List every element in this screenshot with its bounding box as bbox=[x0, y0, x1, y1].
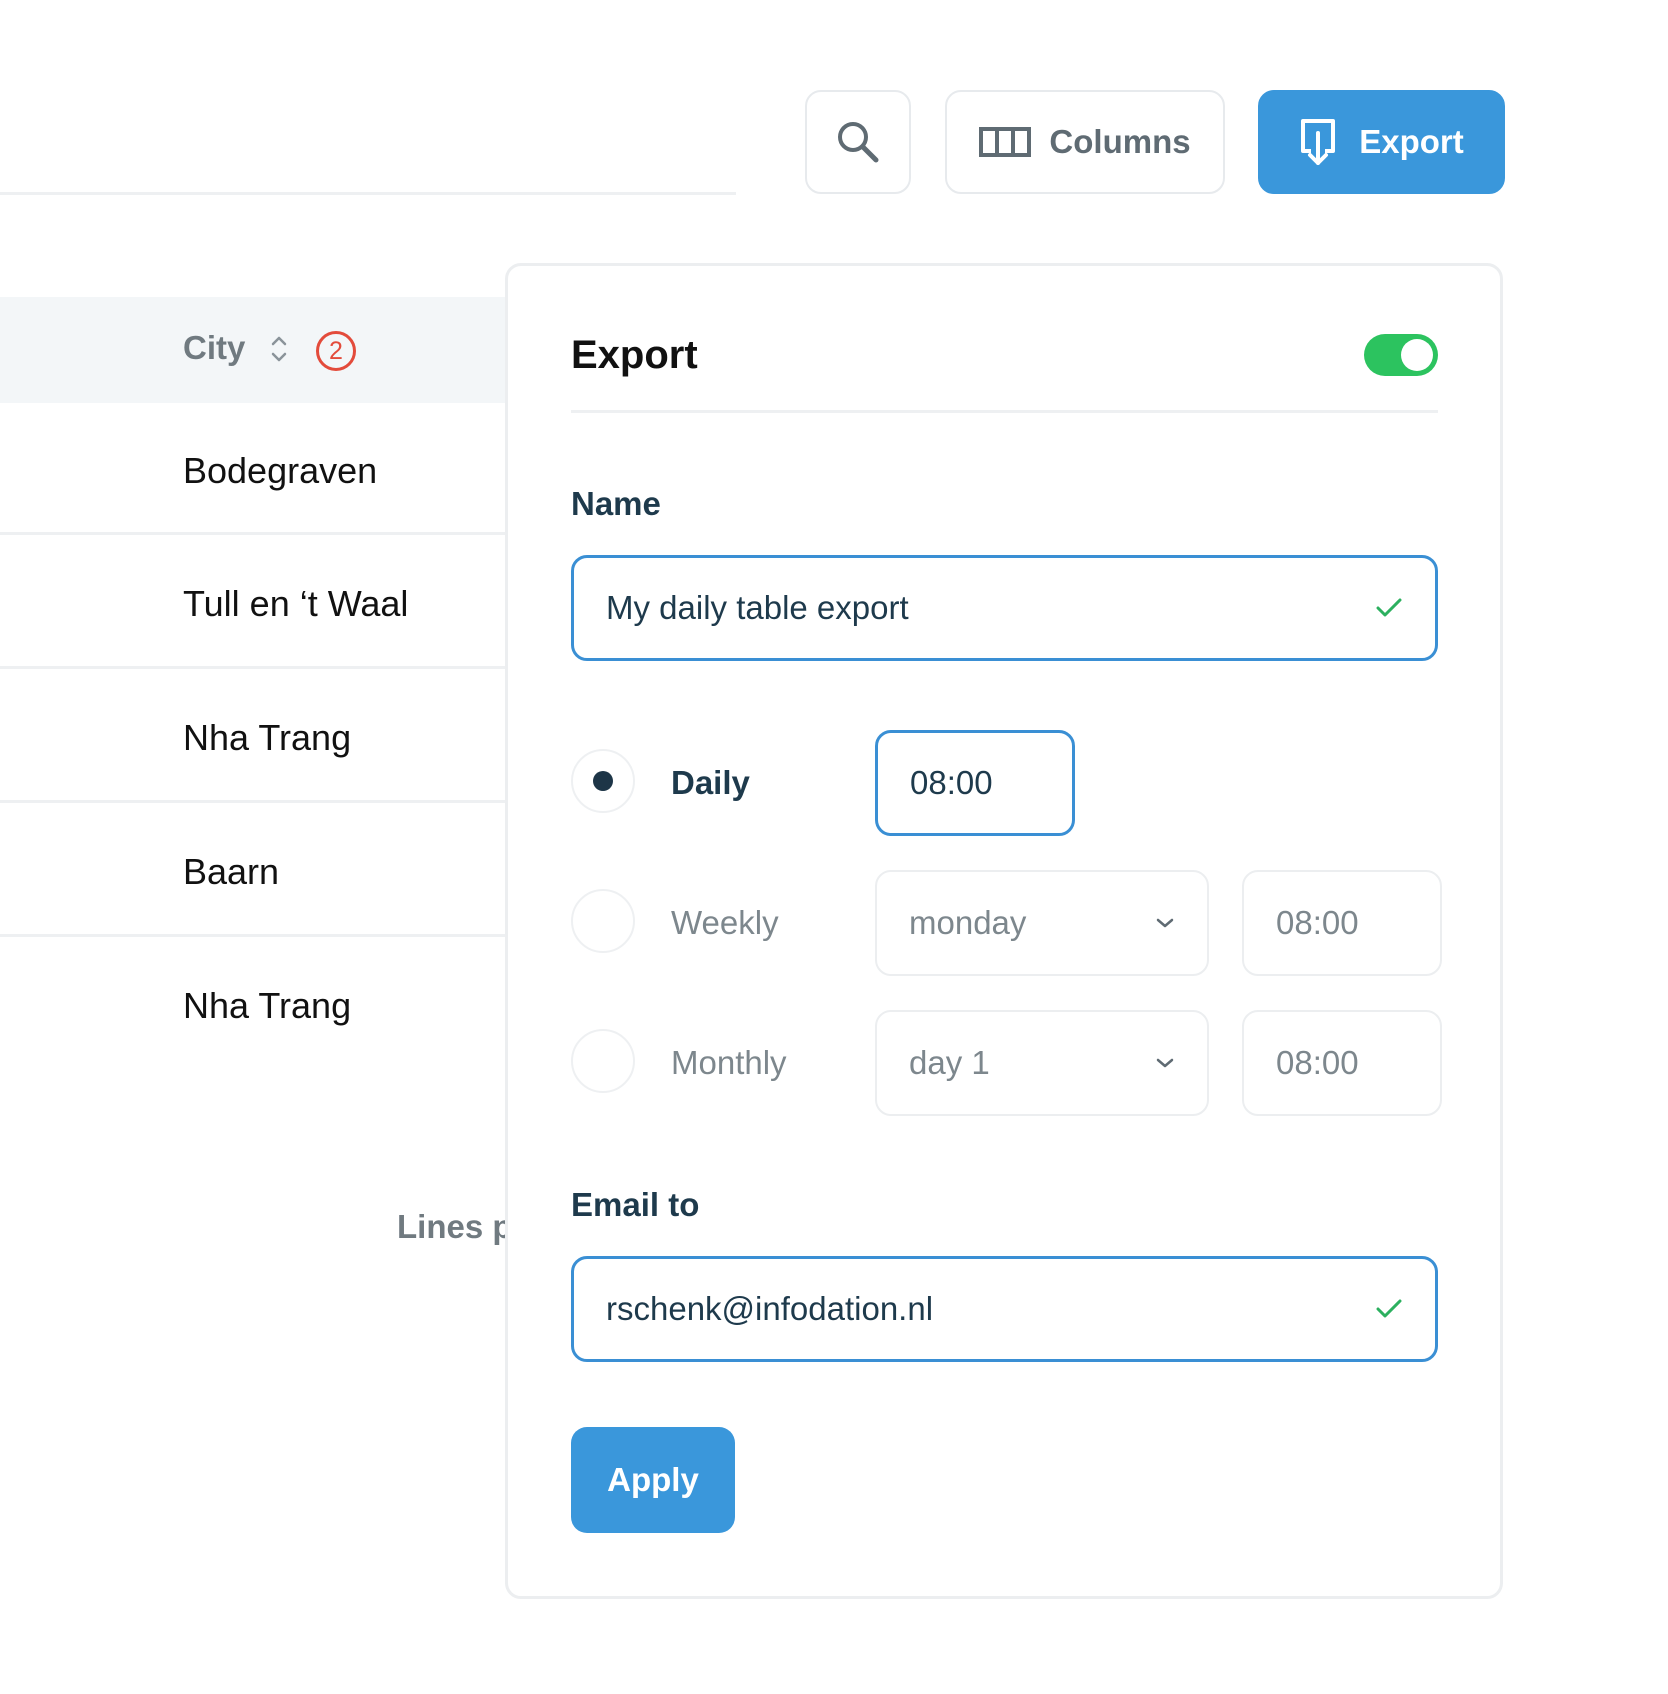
email-input-value: rschenk@infodation.nl bbox=[606, 1290, 934, 1327]
weekly-time-value: 08:00 bbox=[1276, 904, 1359, 941]
columns-label: Columns bbox=[1049, 123, 1191, 160]
monthly-time-value: 08:00 bbox=[1276, 1044, 1359, 1081]
export-label: Export bbox=[1359, 123, 1464, 160]
email-input[interactable]: rschenk@infodation.nl bbox=[571, 1256, 1438, 1362]
row-divider bbox=[0, 532, 506, 535]
export-panel-title: Export bbox=[571, 333, 698, 377]
check-icon bbox=[1376, 1299, 1402, 1318]
table-row[interactable]: Nha Trang bbox=[183, 985, 351, 1027]
search-icon bbox=[838, 122, 879, 163]
radio-daily[interactable] bbox=[571, 749, 635, 813]
search-button[interactable] bbox=[805, 90, 911, 194]
search-underline bbox=[0, 192, 736, 195]
table-row[interactable]: Baarn bbox=[183, 851, 279, 893]
export-enabled-toggle[interactable] bbox=[1364, 334, 1438, 376]
table-row[interactable]: Nha Trang bbox=[183, 717, 351, 759]
weekly-day-value: monday bbox=[909, 904, 1027, 941]
sort-icon[interactable] bbox=[270, 333, 288, 365]
chevron-down-icon bbox=[1156, 1058, 1174, 1068]
columns-button[interactable]: Columns bbox=[945, 90, 1225, 194]
monthly-time-input[interactable]: 08:00 bbox=[1242, 1010, 1442, 1116]
export-download-icon bbox=[1301, 119, 1336, 165]
daily-time-value: 08:00 bbox=[910, 764, 993, 801]
chevron-down-icon bbox=[1156, 918, 1174, 928]
table-row[interactable]: Bodegraven bbox=[183, 450, 377, 492]
columns-icon bbox=[979, 127, 1032, 157]
lines-per-page-label: Lines p bbox=[397, 1208, 506, 1245]
radio-monthly[interactable] bbox=[571, 1029, 635, 1093]
name-input[interactable]: My daily table export bbox=[571, 555, 1438, 661]
row-divider bbox=[0, 666, 506, 669]
frequency-label-monthly: Monthly bbox=[671, 1044, 787, 1081]
email-field-label: Email to bbox=[571, 1186, 700, 1223]
filter-count-badge: 2 bbox=[316, 331, 356, 371]
weekly-time-input[interactable]: 08:00 bbox=[1242, 870, 1442, 976]
name-input-value: My daily table export bbox=[606, 589, 909, 626]
frequency-label-weekly: Weekly bbox=[671, 904, 779, 941]
radio-selected-dot bbox=[593, 771, 613, 791]
row-divider bbox=[0, 934, 506, 937]
frequency-label-daily: Daily bbox=[671, 764, 750, 801]
row-divider bbox=[0, 800, 506, 803]
check-icon bbox=[1376, 598, 1402, 617]
daily-time-input[interactable]: 08:00 bbox=[875, 730, 1075, 836]
monthly-day-select[interactable]: day 1 bbox=[875, 1010, 1209, 1116]
panel-divider bbox=[571, 410, 1438, 413]
name-field-label: Name bbox=[571, 485, 661, 522]
table-header bbox=[0, 297, 506, 403]
column-header-city[interactable]: City bbox=[183, 329, 245, 367]
export-button[interactable]: Export bbox=[1258, 90, 1505, 194]
toggle-knob bbox=[1401, 339, 1433, 371]
weekly-day-select[interactable]: monday bbox=[875, 870, 1209, 976]
radio-weekly[interactable] bbox=[571, 889, 635, 953]
apply-button[interactable]: Apply bbox=[571, 1427, 735, 1533]
monthly-day-value: day 1 bbox=[909, 1044, 990, 1081]
table-row[interactable]: Tull en ‘t Waal bbox=[183, 583, 408, 625]
